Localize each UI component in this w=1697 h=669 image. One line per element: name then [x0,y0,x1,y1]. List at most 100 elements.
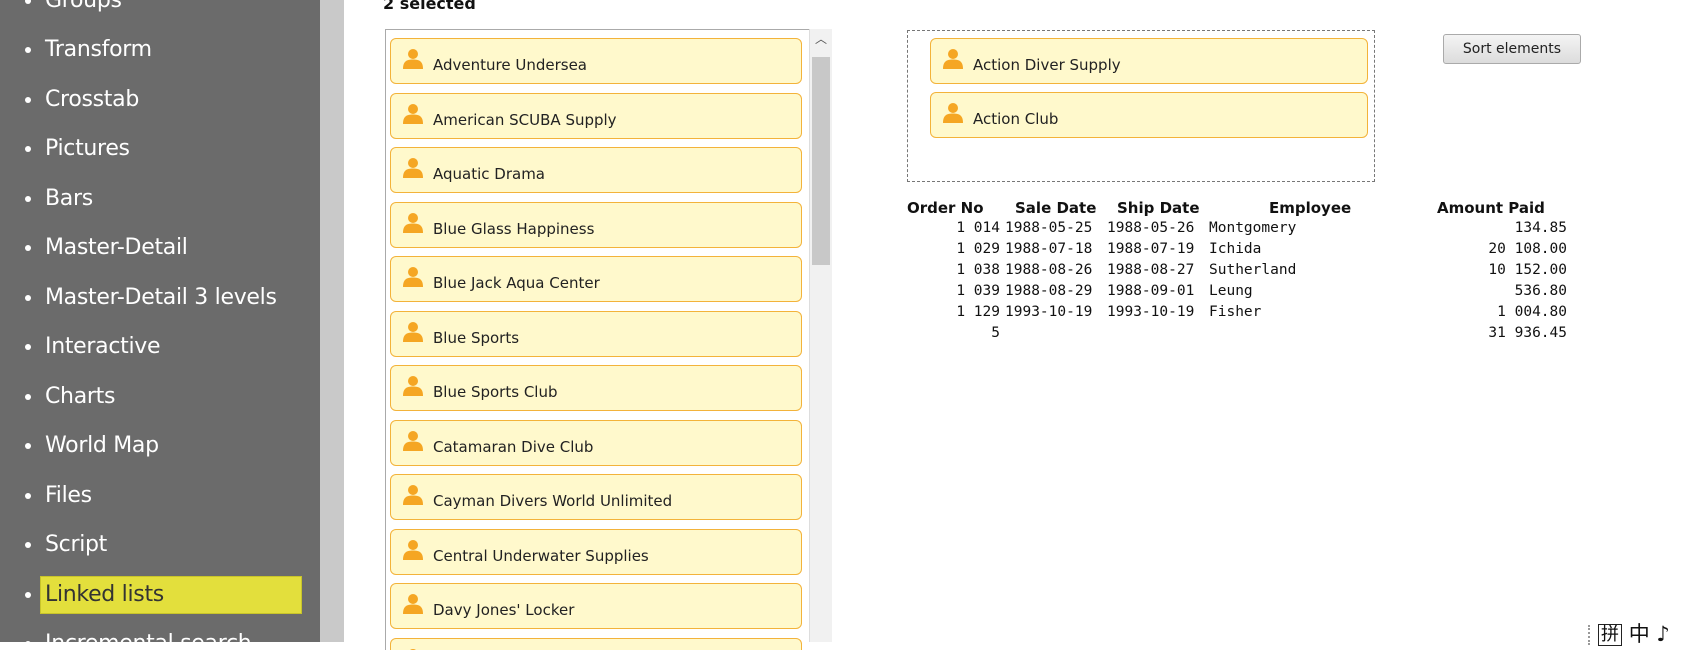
sidebar-item-transform[interactable]: Transform [0,26,320,76]
scroll-up-icon[interactable]: ︿ [815,34,825,44]
cell-ship-date: 1988-09-01 [1107,283,1194,299]
customer-name: Central Underwater Supplies [433,547,649,565]
person-icon [401,265,425,289]
person-icon [401,47,425,71]
sidebar-item-bars[interactable]: Bars [0,174,320,224]
sidebar-scrollbar[interactable] [320,0,344,642]
sidebar-item-files[interactable]: Files [0,471,320,521]
cell-employee: Montgomery [1209,220,1296,236]
customer-card[interactable]: Blue Sports [390,311,802,357]
selected-customers-dropzone[interactable]: Action Diver Supply Action Club [907,30,1375,182]
person-icon [401,102,425,126]
sidebar-item-linked-lists[interactable]: Linked lists [0,570,320,620]
bullet-icon [25,641,31,647]
bullet-icon [25,295,31,301]
customer-card[interactable]: Cayman Divers World Unlimited [390,474,802,520]
sidebar-item-label: Groups [41,0,126,19]
cell-order-no: 1 129 [956,304,1000,320]
cell-employee: Ichida [1209,241,1261,257]
bullet-icon [25,344,31,350]
sidebar-nav: GroupsTransformCrosstabPicturesBarsMaste… [0,0,320,669]
scroll-thumb[interactable] [812,57,830,265]
person-icon [941,47,965,71]
bullet-icon [25,97,31,103]
sidebar-item-label: World Map [41,428,163,464]
customer-card[interactable] [390,638,802,651]
person-icon [941,101,965,125]
column-header-sale-date: Sale Date [1015,199,1096,217]
sidebar-item-interactive[interactable]: Interactive [0,323,320,373]
sidebar-item-label: Transform [41,32,156,68]
customer-name: Blue Jack Aqua Center [433,274,600,292]
cell-amount-paid: 10 152.00 [1488,262,1567,278]
customer-card[interactable]: Blue Sports Club [390,365,802,411]
cell-sale-date: 1993-10-19 [1005,304,1092,320]
customer-list: Adventure Undersea American SCUBA Supply A… [385,29,832,650]
selection-count: 2 selected [383,0,476,13]
person-icon [401,211,425,235]
cell-employee: Sutherland [1209,262,1296,278]
cell-ship-date: 1993-10-19 [1107,304,1194,320]
bullet-icon [25,493,31,499]
sort-elements-button[interactable]: Sort elements [1443,34,1581,64]
bullet-icon [25,47,31,53]
selected-customer-card[interactable]: Action Club [930,92,1368,138]
customer-card[interactable]: Davy Jones' Locker [390,583,802,629]
sidebar-item-pictures[interactable]: Pictures [0,125,320,175]
sidebar-item-label: Pictures [41,131,134,167]
cell-order-no: 1 038 [956,262,1000,278]
customer-name: Blue Sports [433,329,519,347]
customer-name: Action Diver Supply [973,56,1121,74]
bullet-icon [25,394,31,400]
ime-punctuation-icon[interactable]: ♪ [1656,622,1669,646]
customer-name: Catamaran Dive Club [433,438,593,456]
cell-order-no: 1 029 [956,241,1000,257]
customer-card[interactable]: Aquatic Drama [390,147,802,193]
ime-pinyin-icon[interactable]: 拼 [1598,624,1622,646]
cell-order-no: 1 014 [956,220,1000,236]
person-icon [401,429,425,453]
cell-amount-paid: 134.85 [1515,220,1567,236]
customer-card[interactable]: Adventure Undersea [390,38,802,84]
sidebar-item-master-detail-3-levels[interactable]: Master-Detail 3 levels [0,273,320,323]
cell-amount-paid: 20 108.00 [1488,241,1567,257]
column-header-employee: Employee [1269,199,1351,217]
person-icon [401,483,425,507]
person-icon [401,374,425,398]
customer-card[interactable]: Catamaran Dive Club [390,420,802,466]
customer-card[interactable]: Central Underwater Supplies [390,529,802,575]
cell-ship-date: 1988-08-27 [1107,262,1194,278]
sidebar-item-world-map[interactable]: World Map [0,422,320,472]
customer-card[interactable]: Blue Glass Happiness [390,202,802,248]
customer-name: Davy Jones' Locker [433,601,574,619]
ime-grip[interactable] [1588,625,1592,645]
cell-sale-date: 1988-05-25 [1005,220,1092,236]
sidebar-item-incremental-search[interactable]: Incremental search [0,620,320,669]
sidebar-item-label: Charts [41,379,119,415]
sidebar-item-charts[interactable]: Charts [0,372,320,422]
cell-employee: Leung [1209,283,1253,299]
total-amount: 31 936.45 [1488,325,1567,341]
sidebar-item-groups[interactable]: Groups [0,0,320,26]
customer-name: Cayman Divers World Unlimited [433,492,672,510]
bullet-icon [25,443,31,449]
customer-card[interactable]: American SCUBA Supply [390,93,802,139]
person-icon [401,592,425,616]
cell-ship-date: 1988-05-26 [1107,220,1194,236]
sidebar-item-label: Script [41,527,111,563]
bullet-icon [25,146,31,152]
sidebar-item-crosstab[interactable]: Crosstab [0,75,320,125]
cell-ship-date: 1988-07-19 [1107,241,1194,257]
cell-employee: Fisher [1209,304,1261,320]
selected-customer-card[interactable]: Action Diver Supply [930,38,1368,84]
person-icon [401,538,425,562]
sidebar-item-label: Incremental search [41,626,255,662]
customer-card[interactable]: Blue Jack Aqua Center [390,256,802,302]
total-count: 5 [991,325,1000,341]
person-icon [401,320,425,344]
sidebar-item-master-detail[interactable]: Master-Detail [0,224,320,274]
customer-list-scrollbar[interactable]: ︿ [809,29,832,642]
sidebar-item-script[interactable]: Script [0,521,320,571]
customer-name: Aquatic Drama [433,165,545,183]
ime-language-icon[interactable]: 中 [1629,622,1650,646]
